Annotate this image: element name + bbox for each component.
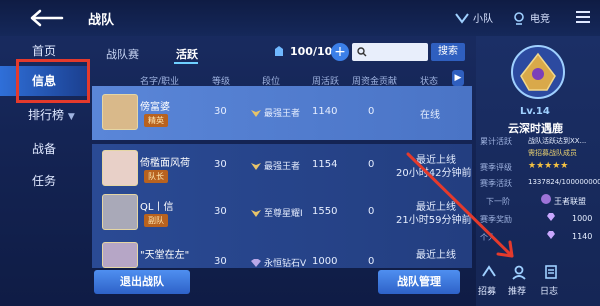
- member-weekly-funds: 0: [368, 106, 375, 117]
- rank-diamond-icon: [251, 258, 261, 267]
- role-badge: 精英: [144, 114, 168, 127]
- diamond-icon: [547, 231, 555, 239]
- stat-value-recruit: 需招募战队成员: [528, 149, 577, 157]
- rank-wings-icon: [251, 162, 261, 170]
- rank-wings-icon: [251, 109, 261, 117]
- member-rank: 最强王者: [250, 106, 300, 119]
- member-level: 30: [214, 206, 227, 217]
- log-button[interactable]: 日志: [536, 262, 566, 302]
- member-weekly-active: 1550: [312, 206, 338, 217]
- member-name: "天堂在左": [140, 250, 190, 261]
- squad-label: 小队: [473, 14, 493, 25]
- team-name: 云深时遇鹿: [508, 122, 563, 135]
- member-rank-label: 最强王者: [264, 162, 301, 172]
- annotation-arrow: [406, 152, 514, 258]
- member-rank: 永恒钻石V: [250, 256, 306, 269]
- nav-tasks[interactable]: 任务: [0, 168, 88, 194]
- recruit-button[interactable]: 招募: [474, 262, 504, 302]
- avatar: [102, 194, 138, 230]
- member-weekly-funds: 0: [368, 206, 375, 217]
- esports-icon: [514, 11, 524, 25]
- log-label: 日志: [540, 287, 559, 297]
- stat-value-season-reward: 1000: [572, 214, 593, 223]
- nav-leaderboard-label: 排行榜: [28, 108, 65, 122]
- page-title: 战队: [88, 13, 115, 28]
- member-level: 30: [214, 159, 227, 170]
- member-name: 傍富婆: [140, 102, 170, 113]
- diamond-icon: [547, 213, 555, 221]
- member-rank: 至尊星耀I: [250, 206, 303, 219]
- chevron-down-icon: ▼: [67, 112, 75, 122]
- avatar: [102, 94, 138, 130]
- avatar: [102, 150, 138, 186]
- squad-button[interactable]: 小队: [455, 10, 493, 25]
- search-button[interactable]: 搜索: [431, 43, 465, 61]
- tab-team-match[interactable]: 战队赛: [106, 46, 139, 62]
- member-weekly-funds: 0: [368, 256, 375, 267]
- member-name: QL丨信: [140, 202, 174, 213]
- menu-icon[interactable]: [575, 10, 591, 24]
- member-weekly-active: 1140: [312, 106, 338, 117]
- esports-button[interactable]: 电竞: [512, 10, 550, 25]
- member-level: 30: [214, 106, 227, 117]
- member-weekly-active: 1154: [312, 159, 338, 170]
- stat-value-total-active: 战队活跃达到XX...: [528, 137, 587, 145]
- tab-active[interactable]: 活跃: [176, 46, 198, 62]
- member-name: 倚檻面风荷: [140, 158, 190, 169]
- recommend-icon: [512, 265, 526, 280]
- recommend-label: 推荐: [508, 287, 527, 297]
- back-arrow-icon[interactable]: [30, 9, 64, 27]
- recommend-button[interactable]: 推荐: [504, 262, 534, 302]
- squad-icon: [455, 12, 469, 24]
- log-icon: [545, 265, 557, 279]
- member-rank-label: 永恒钻石V: [264, 259, 307, 269]
- role-badge: 副队: [144, 214, 168, 227]
- team-emblem-icon: [511, 45, 565, 99]
- nav-gear[interactable]: 战备: [0, 136, 88, 162]
- stat-value-season-active: 1337824/100000000: [528, 178, 600, 186]
- activity-icon: [275, 46, 283, 56]
- search-icon: [357, 47, 367, 57]
- member-status: 在线: [420, 110, 440, 121]
- member-weekly-funds: 0: [368, 159, 375, 170]
- member-rank: 最强王者: [250, 159, 300, 172]
- recruit-icon: [482, 265, 496, 277]
- member-level: 30: [214, 256, 227, 267]
- nav-leaderboard[interactable]: 排行榜 ▼: [0, 102, 88, 128]
- leave-team-button[interactable]: 退出战队: [94, 270, 190, 294]
- member-rank-label: 最强王者: [264, 109, 301, 119]
- highlight-box: [16, 59, 90, 103]
- next-tier-rank: 王者联盟: [554, 197, 586, 206]
- recruit-label: 招募: [478, 287, 497, 297]
- rank-badge-icon: [541, 194, 551, 204]
- team-level: Lv.14: [520, 106, 550, 117]
- role-badge: 队长: [144, 170, 168, 183]
- rank-wings-icon: [251, 209, 261, 217]
- activity-counter: 100/100: [272, 44, 340, 58]
- season-rating-stars: ★★★★★: [528, 161, 569, 171]
- stat-label-total-active: 累计活跃: [480, 137, 512, 146]
- member-rank-label: 至尊星耀I: [264, 209, 303, 219]
- scroll-right-button[interactable]: ▶: [452, 70, 464, 86]
- stat-value-personal: 1140: [572, 232, 593, 241]
- esports-label: 电竞: [530, 14, 550, 25]
- avatar: [102, 242, 138, 268]
- team-manage-button[interactable]: 战队管理: [378, 270, 460, 294]
- member-weekly-active: 1000: [312, 256, 338, 267]
- tab-active-underline: [174, 62, 198, 64]
- add-button[interactable]: +: [331, 43, 349, 61]
